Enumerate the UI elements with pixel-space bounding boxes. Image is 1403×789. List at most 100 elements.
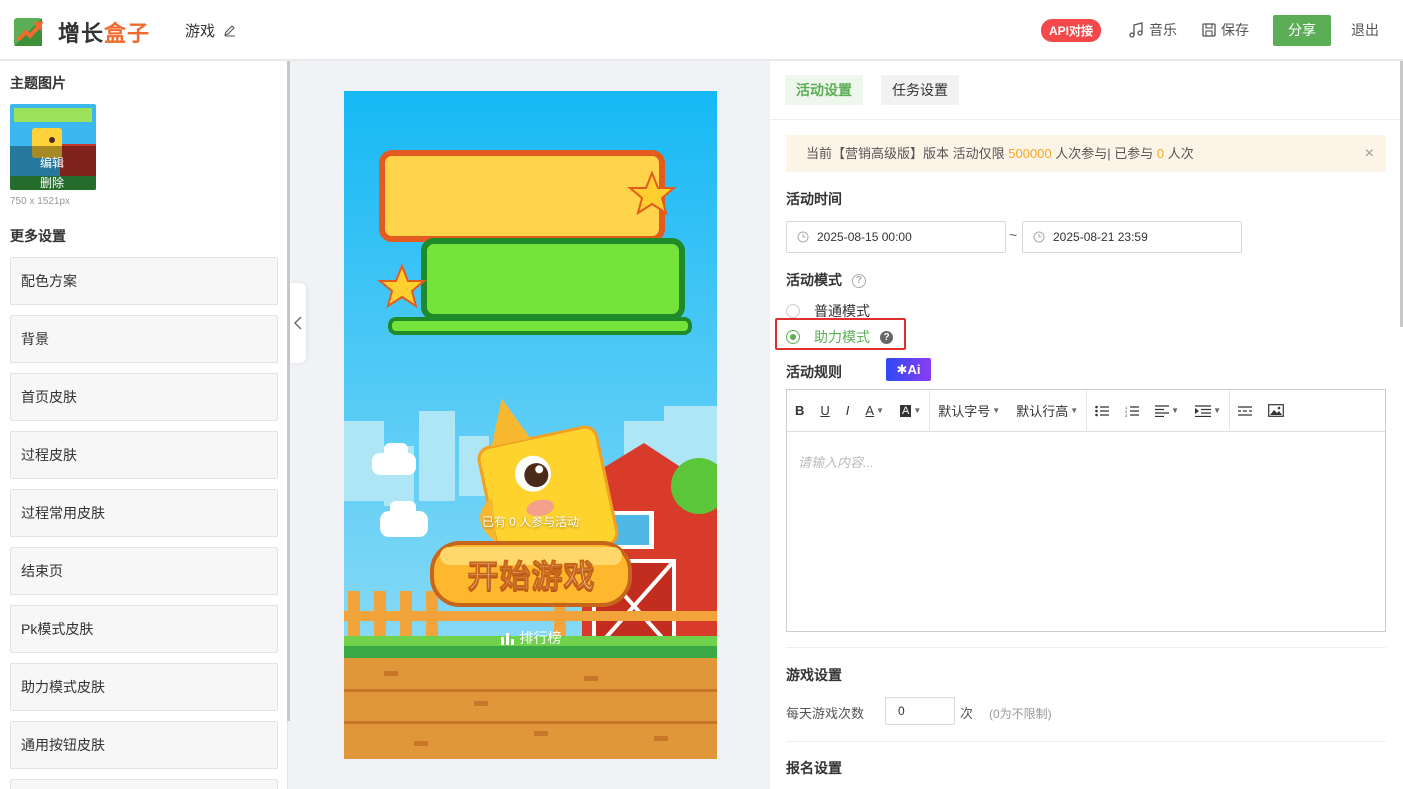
game-settings-label: 游戏设置 bbox=[786, 667, 842, 683]
editor-placeholder: 请输入内容... bbox=[798, 455, 874, 470]
italic-button[interactable]: I bbox=[838, 390, 858, 432]
tab-divider bbox=[770, 119, 1403, 120]
menu-item-common-button-skin[interactable]: 通用按钮皮肤 bbox=[10, 721, 278, 769]
activity-rules-label: 活动规则 bbox=[786, 364, 842, 380]
help-icon[interactable]: ? bbox=[851, 274, 866, 289]
menu-item-partial[interactable] bbox=[10, 779, 278, 789]
music-label: 音乐 bbox=[1149, 22, 1177, 38]
radio-button[interactable] bbox=[786, 304, 800, 318]
end-time-value: 2025-08-21 23:59 bbox=[1053, 230, 1148, 244]
save-button[interactable]: 保存 bbox=[1201, 20, 1249, 40]
menu-item-end-page[interactable]: 结束页 bbox=[10, 547, 278, 595]
bullet-list-button[interactable] bbox=[1087, 390, 1117, 432]
bullet-list-icon bbox=[1095, 405, 1110, 416]
daily-plays-unit: 次 bbox=[960, 706, 974, 721]
caret-down-icon: ▼ bbox=[1070, 406, 1079, 415]
game-cover-image bbox=[344, 91, 717, 759]
app-header: 增长盒子 游戏 API对接 音乐 保存 分享 退出 bbox=[0, 0, 1403, 60]
game-name[interactable]: 游戏 bbox=[185, 20, 236, 41]
chevron-left-icon bbox=[294, 316, 302, 330]
caret-down-icon: ▼ bbox=[913, 406, 922, 415]
underline-button[interactable]: U bbox=[812, 390, 837, 432]
delete-image-button[interactable]: 删除 bbox=[40, 174, 64, 190]
rich-text-editor[interactable]: B U I A ▼ A ▼ 默认字号 ▼ 默认行高 ▼ 123 ▼ ▼ 请输入内… bbox=[786, 389, 1386, 632]
clock-icon bbox=[1033, 231, 1045, 243]
share-button[interactable]: 分享 bbox=[1273, 14, 1331, 46]
caret-down-icon: ▼ bbox=[992, 406, 1001, 415]
more-settings-title: 更多设置 bbox=[10, 228, 66, 244]
bar-chart-icon bbox=[500, 633, 514, 645]
logo-text-b: 盒子 bbox=[104, 21, 151, 46]
sparkle-icon: ✱ bbox=[896, 362, 908, 377]
line-height-select[interactable]: 默认行高 ▼ bbox=[1008, 389, 1088, 432]
font-size-label: 默认字号 bbox=[938, 404, 991, 419]
menu-item-background[interactable]: 背景 bbox=[10, 315, 278, 363]
section-divider bbox=[786, 741, 1386, 742]
horizontal-rule-icon bbox=[1237, 405, 1252, 416]
notice-joined: 0 bbox=[1156, 146, 1165, 161]
game-name-label: 游戏 bbox=[185, 23, 216, 40]
menu-item-assist-mode-skin[interactable]: 助力模式皮肤 bbox=[10, 663, 278, 711]
menu-item-home-skin[interactable]: 首页皮肤 bbox=[10, 373, 278, 421]
music-button[interactable]: 音乐 bbox=[1127, 20, 1177, 40]
leaderboard-button[interactable]: 排行榜 bbox=[344, 628, 717, 648]
start-time-value: 2025-08-15 00:00 bbox=[817, 230, 912, 244]
menu-item-process-skin[interactable]: 过程皮肤 bbox=[10, 431, 278, 479]
tab-task-settings[interactable]: 任务设置 bbox=[881, 75, 959, 105]
api-badge[interactable]: API对接 bbox=[1040, 18, 1101, 42]
align-button[interactable]: ▼ bbox=[1147, 390, 1187, 432]
radio-assist-mode[interactable]: 助力模式 ? bbox=[786, 327, 893, 347]
edit-icon[interactable] bbox=[223, 24, 236, 37]
theme-image-thumbnail[interactable]: 编辑 删除 bbox=[10, 104, 96, 190]
date-range-separator: ~ bbox=[1009, 227, 1018, 243]
indent-button[interactable]: ▼ bbox=[1187, 389, 1230, 432]
notice-limit: 500000 bbox=[1008, 146, 1052, 161]
start-game-button[interactable]: 开始游戏 bbox=[434, 551, 629, 596]
end-time-field[interactable]: 2025-08-21 23:59 bbox=[1022, 221, 1242, 253]
bg-color-label: A bbox=[900, 404, 912, 417]
bg-color-button[interactable]: A ▼ bbox=[892, 389, 931, 432]
font-color-button[interactable]: A ▼ bbox=[857, 390, 892, 432]
close-icon[interactable]: × bbox=[1365, 135, 1374, 172]
align-left-icon bbox=[1155, 404, 1170, 417]
activity-mode-label: 活动模式 ? bbox=[786, 270, 866, 290]
theme-image-title: 主题图片 bbox=[10, 75, 66, 91]
menu-item-color-scheme[interactable]: 配色方案 bbox=[10, 257, 278, 305]
daily-plays-input[interactable]: 0 bbox=[885, 697, 955, 725]
exit-button[interactable]: 退出 bbox=[1351, 20, 1379, 40]
clock-icon bbox=[797, 231, 809, 243]
tab-activity-settings[interactable]: 活动设置 bbox=[785, 75, 863, 105]
assist-mode-label: 助力模式 bbox=[814, 329, 870, 345]
signup-settings-label: 报名设置 bbox=[786, 760, 842, 776]
daily-plays-hint: (0为不限制) bbox=[989, 707, 1052, 721]
font-color-label: A bbox=[865, 403, 875, 418]
svg-text:3: 3 bbox=[1125, 413, 1128, 417]
collapse-panel-button[interactable] bbox=[290, 283, 306, 363]
save-label: 保存 bbox=[1221, 22, 1249, 38]
caret-down-icon: ▼ bbox=[1213, 406, 1221, 415]
help-icon[interactable]: ? bbox=[880, 330, 893, 344]
notice-prefix: 当前【营销高级版】版本 活动仅限 bbox=[806, 146, 1005, 161]
participants-count: 已有 0 人参与活动 bbox=[481, 515, 580, 529]
image-icon bbox=[1268, 404, 1284, 417]
activity-time-label: 活动时间 bbox=[786, 191, 842, 207]
divider-button[interactable] bbox=[1230, 390, 1260, 432]
insert-image-button[interactable] bbox=[1260, 390, 1292, 432]
numbered-list-button[interactable]: 123 bbox=[1117, 390, 1147, 432]
menu-item-process-common-skin[interactable]: 过程常用皮肤 bbox=[10, 489, 278, 537]
activity-mode-text: 活动模式 bbox=[786, 272, 842, 288]
radio-button-checked[interactable] bbox=[786, 330, 800, 344]
notice-middle: 人次参与| 已参与 bbox=[1055, 146, 1154, 161]
preview-area: 已有 0 人参与活动 开始游戏 排行榜 bbox=[290, 61, 770, 789]
line-height-label: 默认行高 bbox=[1016, 404, 1069, 419]
phone-preview: 已有 0 人参与活动 开始游戏 排行榜 bbox=[344, 91, 717, 759]
left-settings-panel: 主题图片 编辑 删除 750 x 1521px 更多设置 配色方案 背景 首页皮… bbox=[0, 61, 288, 789]
edit-image-button[interactable]: 编辑 bbox=[40, 154, 64, 171]
bold-button[interactable]: B bbox=[787, 390, 812, 432]
start-time-field[interactable]: 2025-08-15 00:00 bbox=[786, 221, 1006, 253]
music-icon bbox=[1129, 22, 1143, 38]
ai-assistant-button[interactable]: ✱Ai bbox=[886, 358, 931, 381]
menu-item-pk-mode-skin[interactable]: Pk模式皮肤 bbox=[10, 605, 278, 653]
logo[interactable]: 增长盒子 bbox=[14, 16, 150, 48]
font-size-select[interactable]: 默认字号 ▼ bbox=[930, 390, 1008, 432]
